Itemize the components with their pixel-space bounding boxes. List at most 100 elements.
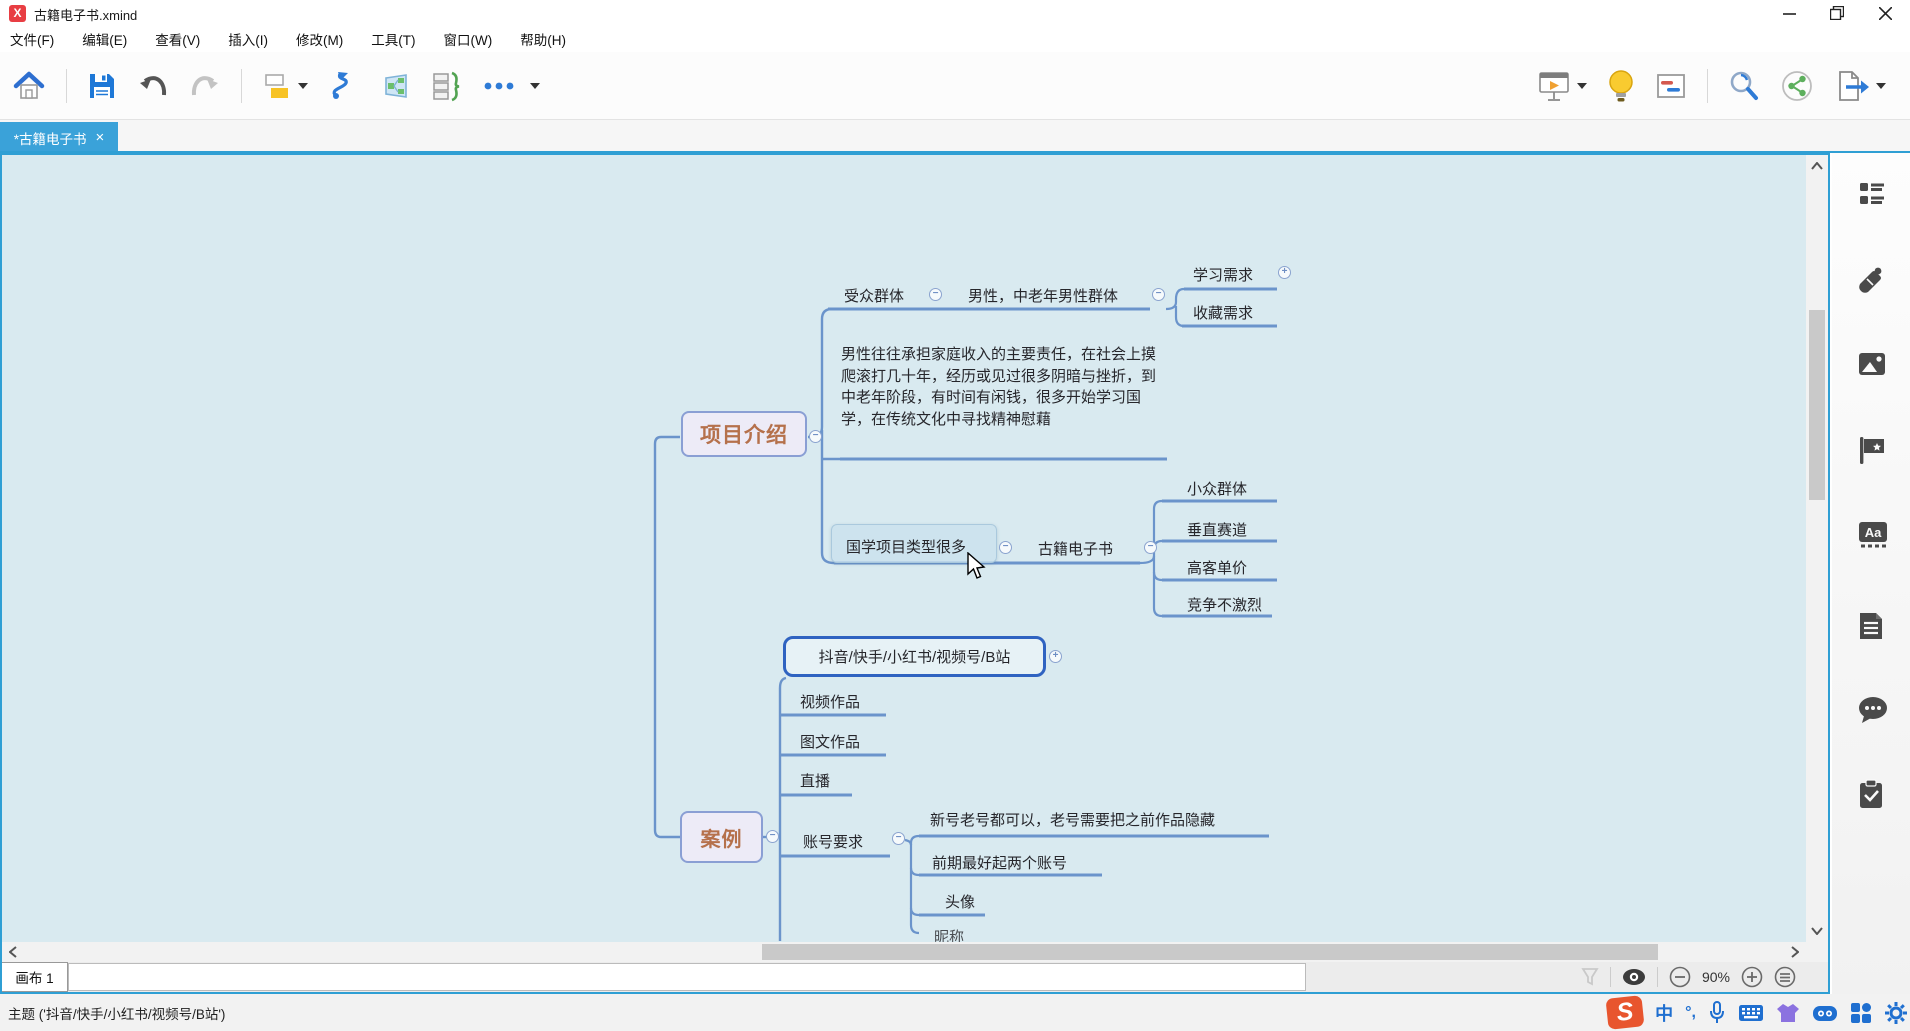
ime-punct-toggle[interactable]: °, (1685, 1004, 1696, 1022)
horizontal-scroll-thumb[interactable] (762, 944, 1658, 960)
topic-study-need[interactable]: 学习需求 (1193, 264, 1253, 285)
topic-vertical-track[interactable]: 垂直赛道 (1187, 519, 1247, 540)
mindmap-canvas[interactable]: 项目介绍 案例 国学项目类型很多 抖音/快手/小红书/视频号/B站 受众群体 男… (2, 155, 1806, 942)
undo-button[interactable] (137, 71, 169, 101)
vertical-scroll-thumb[interactable] (1809, 310, 1825, 500)
horizontal-scrollbar[interactable] (2, 942, 1828, 962)
menu-view[interactable]: 查看(V) (155, 29, 200, 49)
summary-button[interactable] (430, 70, 462, 102)
presentation-icon (1537, 69, 1571, 103)
preview-eye-icon[interactable] (1622, 968, 1646, 986)
topic-niche[interactable]: 小众群体 (1187, 478, 1247, 499)
sheet-bar: 画布 1 90% (2, 962, 1828, 992)
scroll-right-button[interactable] (1786, 942, 1804, 962)
topic-audience-note[interactable]: 男性往往承担家庭收入的主要责任，在社会上摸爬滚打几十年，经历或见过很多阴暗与挫折… (841, 344, 1163, 430)
format-brush-icon[interactable] (1858, 266, 1886, 294)
sheet-tab-strip[interactable] (68, 963, 1306, 991)
ime-smart-icon[interactable] (1812, 1003, 1838, 1023)
fit-map-button[interactable] (1774, 966, 1796, 988)
ime-toolbox-icon[interactable] (1850, 1002, 1872, 1024)
more-tools-button[interactable] (482, 80, 540, 92)
export-caret-icon[interactable] (1876, 83, 1886, 89)
presentation-button[interactable] (1537, 69, 1587, 103)
topic-low-competition[interactable]: 竞争不激烈 (1187, 594, 1262, 615)
topic-style-caret-icon[interactable] (298, 83, 308, 89)
sheet-tab-canvas1[interactable]: 画布 1 (2, 962, 68, 992)
toggle-case[interactable]: − (766, 830, 779, 843)
menu-help[interactable]: 帮助(H) (520, 29, 566, 49)
zoom-in-button[interactable] (1741, 966, 1763, 988)
topic-account-note1[interactable]: 新号老号都可以，老号需要把之前作品隐藏 (930, 809, 1215, 830)
restore-button[interactable] (1814, 0, 1860, 26)
sogou-input-icon[interactable]: S (1606, 995, 1645, 1030)
topic-case[interactable]: 案例 (680, 811, 763, 863)
close-button[interactable] (1862, 0, 1908, 26)
image-panel-icon[interactable] (1858, 350, 1886, 378)
topic-audience-profile[interactable]: 男性，中老年男性群体 (968, 285, 1118, 306)
menu-window[interactable]: 窗口(W) (444, 29, 493, 49)
filter-icon[interactable] (1581, 967, 1599, 987)
topic-style-button[interactable] (262, 71, 308, 101)
menu-file[interactable]: 文件(F) (10, 29, 54, 49)
outline-panel-icon[interactable] (1858, 180, 1886, 208)
idea-button[interactable] (1607, 69, 1635, 103)
ime-mic-icon[interactable] (1708, 1001, 1726, 1025)
scroll-up-button[interactable] (1806, 157, 1828, 175)
toggle-study-need[interactable]: + (1278, 266, 1291, 279)
toggle-platforms[interactable]: + (1049, 650, 1062, 663)
presentation-caret-icon[interactable] (1577, 83, 1587, 89)
boundary-button[interactable] (378, 71, 410, 101)
topic-clipped-partial[interactable]: 昵称 (934, 926, 964, 942)
notes-panel-icon[interactable] (1858, 611, 1884, 641)
toggle-guoxue-types[interactable]: − (999, 541, 1012, 554)
topic-audience[interactable]: 受众群体 (844, 285, 904, 306)
timeline-button[interactable] (1655, 71, 1687, 101)
task-panel-icon[interactable] (1858, 779, 1884, 809)
topic-high-unit-price[interactable]: 高客单价 (1187, 557, 1247, 578)
toggle-account-req[interactable]: − (892, 832, 905, 845)
vertical-scrollbar[interactable] (1806, 155, 1828, 942)
document-tab[interactable]: *古籍电子书 × (0, 122, 118, 153)
comments-panel-icon[interactable] (1858, 696, 1888, 724)
menu-insert[interactable]: 插入(I) (228, 29, 268, 49)
share-button[interactable] (1780, 69, 1814, 103)
search-button[interactable] (1728, 70, 1760, 102)
marker-flag-icon[interactable] (1858, 435, 1886, 465)
ime-keyboard-icon[interactable] (1738, 1003, 1764, 1023)
topic-video-works[interactable]: 视频作品 (800, 691, 860, 712)
ime-skin-icon[interactable] (1776, 1002, 1800, 1024)
topic-platforms-selected[interactable]: 抖音/快手/小红书/视频号/B站 (783, 636, 1046, 677)
relationship-button[interactable] (328, 70, 358, 102)
menu-edit[interactable]: 编辑(E) (82, 29, 127, 49)
boundary-icon (378, 71, 410, 101)
topic-guji-ebook[interactable]: 古籍电子书 (1038, 538, 1113, 559)
menu-modify[interactable]: 修改(M) (296, 29, 343, 49)
topic-account-req[interactable]: 账号要求 (803, 831, 863, 852)
topic-collect-need[interactable]: 收藏需求 (1193, 302, 1253, 323)
toggle-audience-profile[interactable]: − (1152, 288, 1165, 301)
topic-avatar[interactable]: 头像 (945, 891, 975, 912)
topic-live-stream[interactable]: 直播 (800, 770, 830, 791)
topic-image-text-works[interactable]: 图文作品 (800, 731, 860, 752)
topic-account-note2[interactable]: 前期最好起两个账号 (932, 852, 1067, 873)
save-button[interactable] (87, 71, 117, 101)
ime-lang-toggle[interactable]: 中 (1655, 1000, 1673, 1026)
tab-close-icon[interactable]: × (96, 129, 105, 146)
minimize-button[interactable] (1766, 0, 1812, 26)
scroll-left-button[interactable] (4, 942, 22, 962)
home-button[interactable] (12, 70, 46, 102)
toggle-audience[interactable]: − (929, 288, 942, 301)
topic-project-intro[interactable]: 项目介绍 (681, 411, 807, 457)
export-button[interactable] (1834, 69, 1886, 103)
menu-tools[interactable]: 工具(T) (371, 29, 415, 49)
scroll-down-button[interactable] (1806, 922, 1828, 940)
zoom-level[interactable]: 90% (1702, 969, 1730, 985)
redo-button[interactable] (189, 71, 221, 101)
more-tools-caret-icon[interactable] (530, 83, 540, 89)
zoom-out-button[interactable] (1669, 966, 1691, 988)
ime-settings-gear-icon[interactable] (1884, 1001, 1908, 1025)
sticker-text-icon[interactable]: Aa (1858, 520, 1888, 548)
toggle-project-intro[interactable]: − (809, 430, 822, 443)
toggle-guji-ebook[interactable]: − (1144, 541, 1157, 554)
topic-guoxue-types[interactable]: 国学项目类型很多 (846, 536, 966, 557)
